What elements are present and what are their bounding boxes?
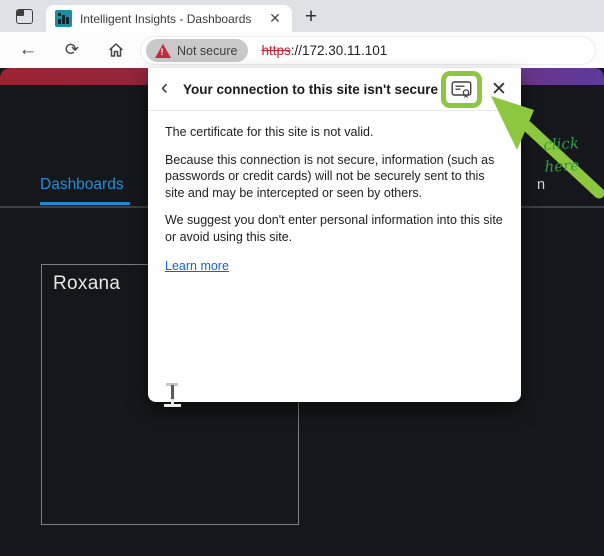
- home-icon: [107, 41, 125, 59]
- flyout-close-icon[interactable]: ✕: [485, 75, 513, 103]
- nav-item-partial[interactable]: n: [537, 177, 545, 193]
- certificate-button[interactable]: [441, 71, 482, 108]
- nav-item-dashboards[interactable]: Dashboards: [40, 176, 124, 194]
- flyout-title: Your connection to this site isn't secur…: [183, 82, 441, 97]
- not-secure-badge[interactable]: ! Not secure: [146, 39, 248, 62]
- site-security-flyout: ‹ Your connection to this site isn't sec…: [148, 68, 521, 402]
- nav-active-underline: [40, 202, 130, 205]
- new-tab-button[interactable]: +: [298, 4, 324, 29]
- address-bar[interactable]: ! Not secure https://172.30.11.101: [140, 36, 596, 65]
- browser-window: Intelligent Insights - Dashboards ✕ + ← …: [0, 0, 604, 556]
- flyout-back-button[interactable]: ‹: [161, 77, 183, 101]
- flyout-paragraph-3: We suggest you don't enter personal info…: [165, 212, 503, 245]
- flyout-header: ‹ Your connection to this site isn't sec…: [148, 68, 521, 111]
- url-text[interactable]: https://172.30.11.101: [261, 43, 387, 58]
- flyout-body: The certificate for this site is not val…: [148, 111, 521, 275]
- certificate-icon: [451, 80, 472, 99]
- home-button[interactable]: [102, 36, 130, 64]
- browser-toolbar: ← ⟳ ! Not secure https://172.30.11.101: [0, 32, 604, 68]
- tab-actions-menu-button[interactable]: [10, 4, 38, 29]
- refresh-button[interactable]: ⟳: [58, 36, 86, 64]
- not-secure-label: Not secure: [177, 44, 237, 58]
- tab-close-icon[interactable]: ✕: [265, 9, 285, 29]
- tab-bar: Intelligent Insights - Dashboards ✕ +: [0, 0, 604, 32]
- url-scheme-struck: https: [261, 43, 290, 58]
- learn-more-link[interactable]: Learn more: [165, 259, 229, 273]
- url-host: ://172.30.11.101: [291, 43, 388, 58]
- flyout-paragraph-2: Because this connection is not secure, i…: [165, 152, 503, 202]
- flyout-paragraph-1: The certificate for this site is not val…: [165, 124, 503, 141]
- warning-triangle-icon: !: [155, 44, 171, 58]
- back-button[interactable]: ←: [14, 36, 42, 64]
- tab-title: Intelligent Insights - Dashboards: [80, 12, 265, 26]
- tab-intelligent-insights[interactable]: Intelligent Insights - Dashboards ✕: [46, 5, 292, 32]
- barchart-favicon-icon: [55, 10, 72, 27]
- tab-actions-icon: [16, 9, 33, 24]
